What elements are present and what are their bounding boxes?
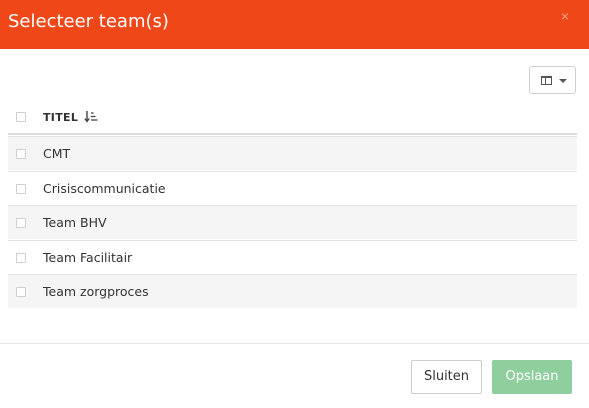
close-button[interactable]: Sluiten (411, 360, 482, 394)
row-title: Crisiscommunicatie (43, 181, 166, 196)
dialog-title: Selecteer team(s) (8, 11, 169, 32)
row-checkbox[interactable] (16, 253, 26, 263)
row-title: Team Facilitair (43, 250, 133, 265)
table-header: TITEL (8, 100, 577, 135)
caret-down-icon (559, 79, 567, 83)
save-button[interactable]: Opslaan (492, 360, 572, 394)
column-toggle-button[interactable] (529, 66, 576, 94)
column-header-titel[interactable]: TITEL (43, 111, 78, 124)
table-row[interactable]: Team Facilitair (8, 240, 577, 274)
dialog-header: Selecteer team(s) × (0, 0, 589, 49)
sort-ascending-icon[interactable] (84, 110, 98, 123)
table-row[interactable]: Crisiscommunicatie (8, 171, 577, 205)
footer-divider (0, 343, 589, 344)
columns-icon (541, 76, 552, 85)
select-all-checkbox[interactable] (16, 112, 26, 122)
row-checkbox[interactable] (16, 184, 26, 194)
row-checkbox[interactable] (16, 149, 26, 159)
row-checkbox[interactable] (16, 287, 26, 297)
row-title: CMT (43, 146, 71, 161)
row-checkbox[interactable] (16, 218, 26, 228)
close-icon[interactable]: × (559, 8, 571, 24)
table-row[interactable]: CMT (8, 136, 577, 170)
row-title: Team BHV (43, 215, 107, 230)
table-row[interactable]: Team BHV (8, 205, 577, 239)
row-title: Team zorgproces (43, 284, 149, 299)
table-row[interactable]: Team zorgproces (8, 274, 577, 308)
